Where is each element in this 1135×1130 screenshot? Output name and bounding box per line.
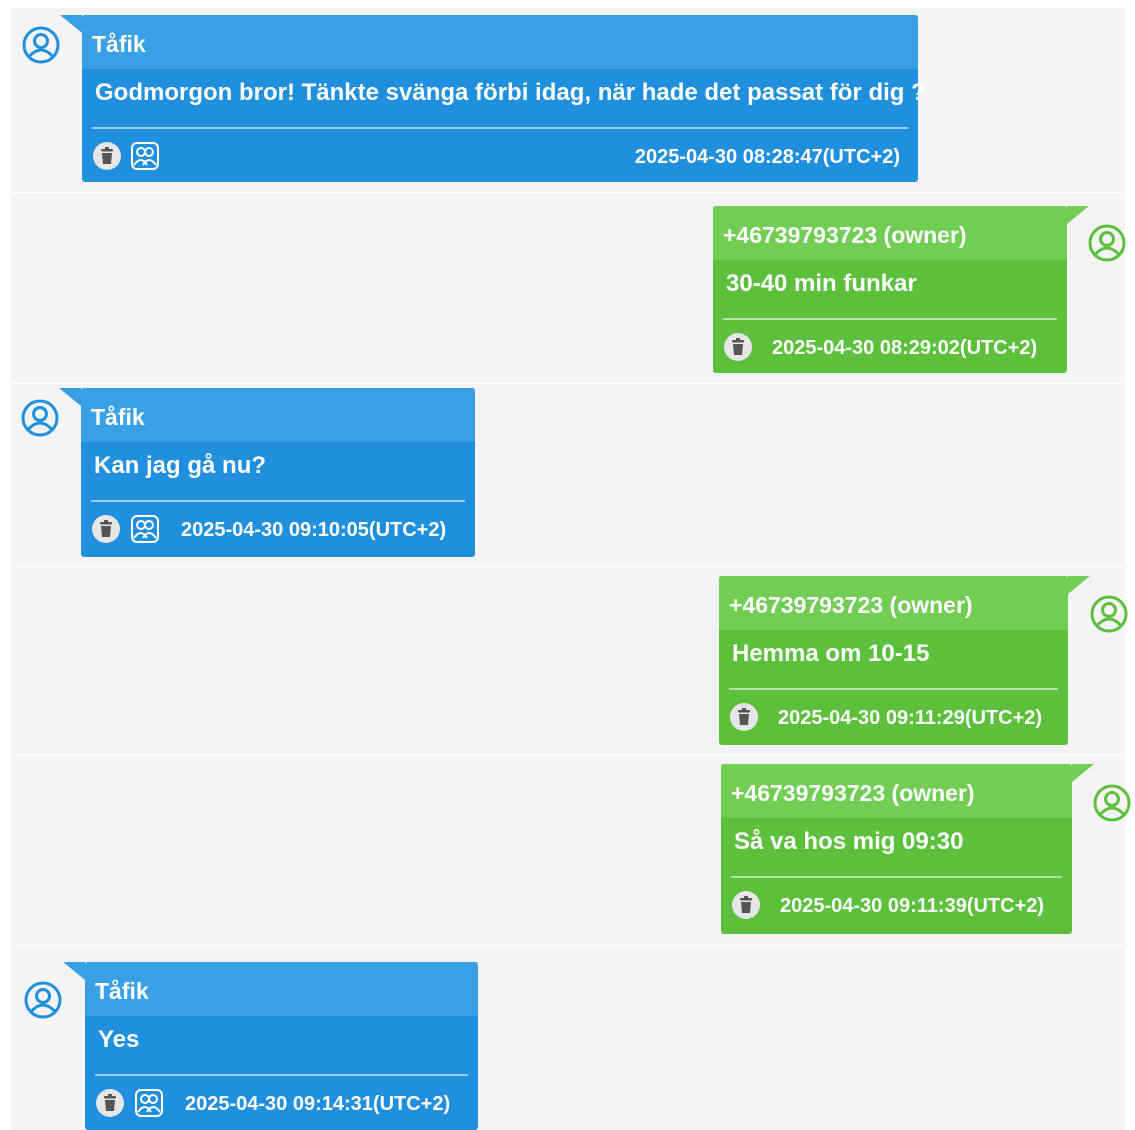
trash-icon[interactable] — [723, 332, 753, 362]
user-avatar-icon — [24, 981, 62, 1019]
user-avatar-icon — [1088, 224, 1126, 262]
message-text: 30-40 min funkar — [726, 270, 917, 297]
message-row: Tåfik Yes 2025-04-30 09:14:31(UTC+2) — [10, 946, 1125, 1130]
trash-icon[interactable] — [91, 514, 121, 544]
sender-name: +46739793723 (owner) — [729, 592, 973, 618]
message-timestamp: 2025-04-30 09:11:39(UTC+2) — [780, 895, 1045, 917]
message-timestamp: 2025-04-30 08:28:47(UTC+2) — [634, 146, 900, 168]
message-timestamp: 2025-04-30 08:29:02(UTC+2) — [772, 337, 1038, 359]
divider — [729, 688, 1058, 690]
message-bubble: Tåfik Kan jag gå nu? 2025-04-30 09:10:05… — [59, 388, 475, 557]
user-avatar-icon — [1090, 595, 1128, 633]
trash-icon[interactable] — [92, 141, 122, 171]
divider — [731, 876, 1062, 878]
user-avatar-icon — [1093, 784, 1131, 822]
divider — [723, 318, 1057, 320]
sender-name: +46739793723 (owner) — [723, 222, 967, 248]
divider — [92, 127, 908, 129]
message-text: Godmorgon bror! Tänkte svänga förbi idag… — [95, 79, 926, 106]
divider — [95, 1074, 468, 1076]
message-bubble: +46739793723 (owner) Hemma om 10-15 2025… — [719, 576, 1090, 745]
message-row: Tåfik Kan jag gå nu? 2025-04-30 09:10:05… — [10, 384, 1125, 567]
sender-name: Tåfik — [95, 978, 149, 1004]
chat-log: Tåfik Godmorgon bror! Tänkte svänga förb… — [10, 8, 1131, 1130]
trash-icon[interactable] — [731, 890, 761, 920]
message-bubble: Tåfik Godmorgon bror! Tänkte svänga förb… — [60, 15, 926, 182]
user-avatar-icon — [22, 26, 60, 64]
message-row: +46739793723 (owner) 30-40 min funkar 20… — [10, 193, 1126, 384]
trash-icon[interactable] — [729, 702, 759, 732]
message-timestamp: 2025-04-30 09:14:31(UTC+2) — [185, 1093, 451, 1115]
message-row: +46739793723 (owner) Så va hos mig 09:30… — [10, 756, 1131, 946]
sender-name: Tåfik — [92, 31, 146, 57]
message-bubble: +46739793723 (owner) 30-40 min funkar 20… — [713, 206, 1089, 373]
user-avatar-icon — [21, 399, 59, 437]
message-row: +46739793723 (owner) Hemma om 10-15 2025… — [10, 567, 1128, 756]
message-text: Yes — [98, 1026, 140, 1053]
message-timestamp: 2025-04-30 09:10:05(UTC+2) — [181, 519, 447, 541]
message-row: Tåfik Godmorgon bror! Tänkte svänga förb… — [10, 8, 1125, 193]
sender-name: +46739793723 (owner) — [731, 780, 975, 806]
contacts-icon[interactable] — [134, 1088, 164, 1118]
contacts-icon[interactable] — [130, 141, 160, 171]
sender-name: Tåfik — [91, 404, 145, 430]
divider — [91, 500, 465, 502]
trash-icon[interactable] — [95, 1088, 125, 1118]
message-text: Så va hos mig 09:30 — [734, 828, 964, 855]
message-text: Hemma om 10-15 — [732, 640, 930, 667]
contacts-icon[interactable] — [130, 514, 160, 544]
message-bubble: +46739793723 (owner) Så va hos mig 09:30… — [721, 764, 1094, 934]
message-timestamp: 2025-04-30 09:11:29(UTC+2) — [778, 707, 1043, 729]
message-text: Kan jag gå nu? — [94, 452, 267, 479]
message-bubble: Tåfik Yes 2025-04-30 09:14:31(UTC+2) — [63, 962, 478, 1130]
